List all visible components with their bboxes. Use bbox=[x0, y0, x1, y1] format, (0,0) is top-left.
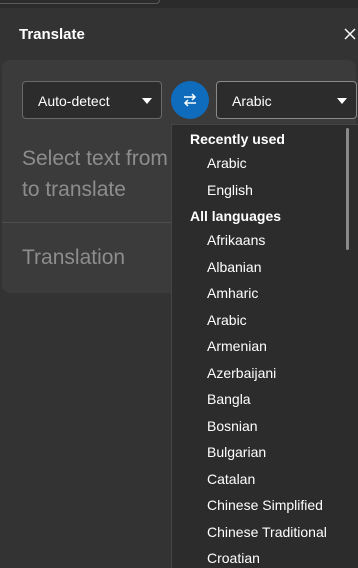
dropdown-option[interactable]: Arabic bbox=[207, 312, 347, 328]
window-edge bbox=[0, 0, 160, 4]
dropdown-option[interactable]: Catalan bbox=[207, 471, 347, 487]
source-text-area[interactable]: Select text from to translate bbox=[22, 143, 182, 207]
dropdown-option[interactable]: Afrikaans bbox=[207, 232, 347, 248]
panel-title: Translate bbox=[19, 26, 85, 43]
dropdown-option-recent[interactable]: Arabic bbox=[207, 155, 347, 171]
dropdown-option[interactable]: Bulgarian bbox=[207, 444, 347, 460]
dropdown-option-recent[interactable]: English bbox=[207, 182, 347, 198]
language-dropdown: Recently used Arabic English All languag… bbox=[171, 124, 358, 568]
translation-output: Translation bbox=[22, 246, 126, 269]
swap-languages-button[interactable] bbox=[171, 81, 209, 119]
target-language-label: Arabic bbox=[232, 93, 272, 109]
dropdown-option[interactable]: Bangla bbox=[207, 391, 347, 407]
dropdown-option[interactable]: Armenian bbox=[207, 338, 347, 354]
recently-used-header: Recently used bbox=[190, 131, 285, 147]
swap-arrows-icon bbox=[183, 93, 197, 107]
target-language-select[interactable]: Arabic bbox=[216, 81, 357, 119]
dropdown-option[interactable]: Amharic bbox=[207, 285, 347, 301]
dropdown-option[interactable]: Albanian bbox=[207, 259, 347, 275]
source-language-label: Auto-detect bbox=[38, 93, 110, 109]
dropdown-scrollbar[interactable] bbox=[346, 128, 349, 250]
chevron-down-icon bbox=[142, 98, 152, 104]
source-placeholder-line1: Select text from bbox=[22, 147, 168, 170]
all-languages-header: All languages bbox=[190, 208, 282, 224]
close-button[interactable] bbox=[340, 24, 358, 44]
dropdown-option[interactable]: Bosnian bbox=[207, 418, 347, 434]
dropdown-option[interactable]: Croatian bbox=[207, 550, 347, 566]
dropdown-option[interactable]: Azerbaijani bbox=[207, 365, 347, 381]
dropdown-option[interactable]: Chinese Simplified bbox=[207, 497, 347, 513]
source-placeholder-line2: to translate bbox=[22, 178, 126, 201]
source-language-select[interactable]: Auto-detect bbox=[22, 81, 162, 119]
dropdown-option[interactable]: Chinese Traditional bbox=[207, 524, 347, 540]
close-icon bbox=[344, 28, 356, 40]
chevron-down-icon bbox=[337, 98, 347, 104]
